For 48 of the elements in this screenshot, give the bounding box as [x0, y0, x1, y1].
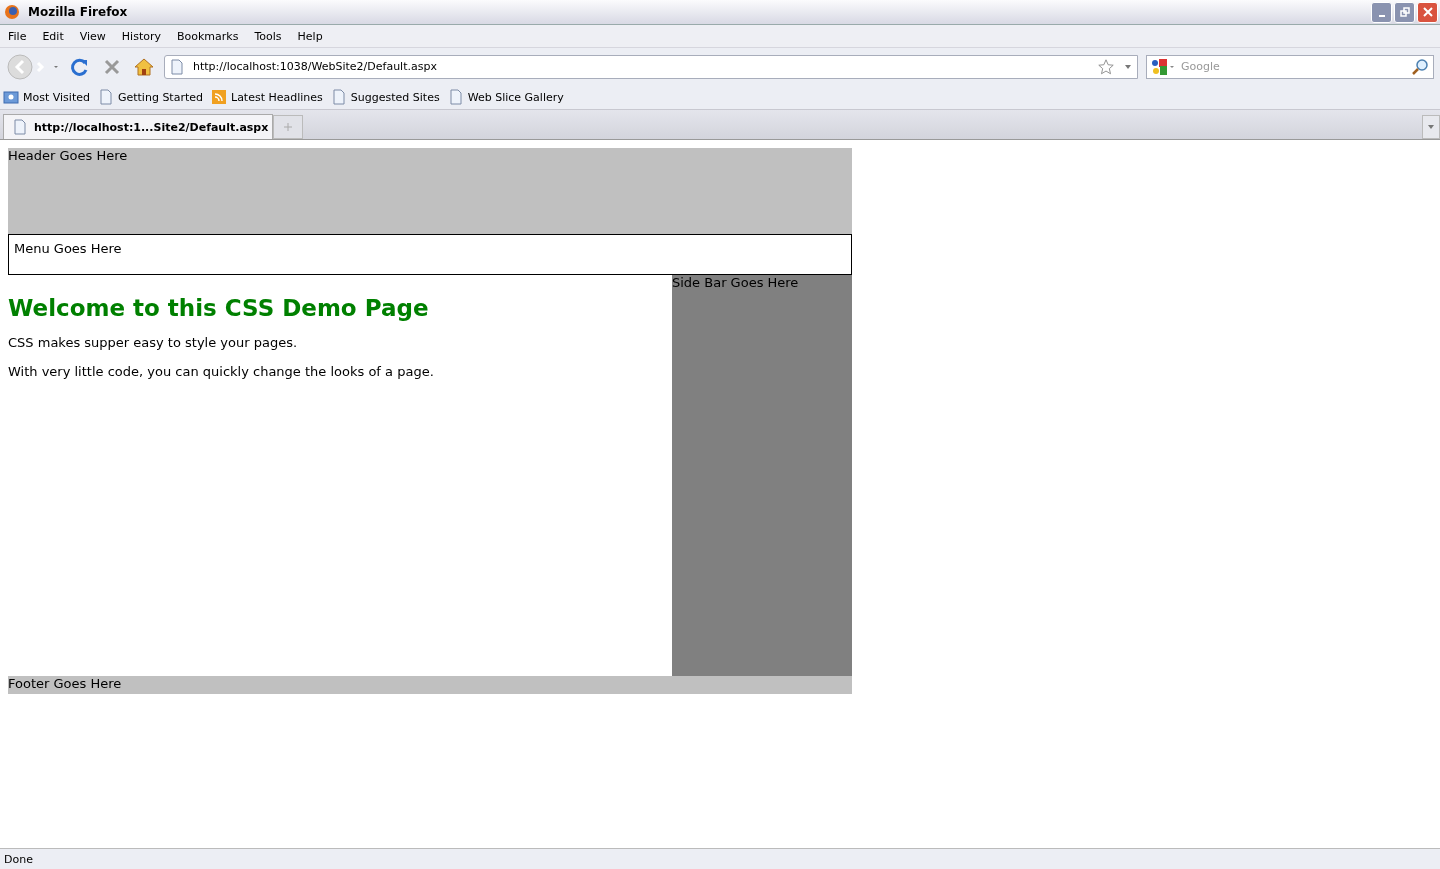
tab-list-button[interactable]	[1422, 115, 1440, 139]
address-field[interactable]: http://localhost:1038/WebSite2/Default.aspx	[164, 54, 1138, 79]
page-footer: Footer Goes Here	[8, 676, 852, 694]
status-bar: Done	[0, 848, 1440, 869]
home-icon[interactable]	[134, 56, 154, 77]
back-forward-button[interactable]	[6, 52, 60, 81]
plus-icon	[283, 122, 294, 132]
menu-item[interactable]: Bookmarks	[177, 29, 239, 43]
page-heading: Welcome to this CSS Demo Page	[8, 295, 430, 321]
menu-item[interactable]: File	[8, 29, 27, 43]
menu-item[interactable]: View	[79, 29, 106, 43]
paragraph: With very little code, you can quickly change the looks of a page.	[8, 364, 435, 379]
page-icon	[12, 119, 28, 135]
restore-button[interactable]	[1394, 1, 1415, 23]
caret-icon	[1428, 125, 1434, 129]
menu-item[interactable]: History	[121, 29, 161, 43]
bookmark-item[interactable]: Getting Started	[97, 89, 203, 105]
browser-tab[interactable]: http://localhost:1...Site2/Default.aspx	[3, 114, 274, 139]
minimize-icon	[1378, 14, 1385, 17]
search-engine-icon[interactable]	[1151, 57, 1175, 76]
bookmark-item[interactable]: Latest Headlines	[211, 89, 323, 105]
folder-icon	[3, 89, 19, 105]
dropdown-icon[interactable]	[1125, 64, 1131, 69]
page-icon	[171, 58, 183, 75]
page-icon	[97, 89, 114, 105]
reload-icon[interactable]	[70, 56, 90, 77]
sidebar-panel: Side Bar Goes Here	[672, 275, 852, 676]
bookmark-item[interactable]: Web Slice Gallery	[447, 89, 564, 105]
close-icon	[1422, 7, 1433, 17]
bookmark-item[interactable]: Suggested Sites	[330, 89, 440, 105]
page-icon	[447, 89, 464, 105]
search-icon[interactable]	[1411, 57, 1429, 76]
menu-item[interactable]: Help	[297, 29, 323, 43]
menu-item[interactable]: Tools	[254, 29, 282, 43]
page-header: Header Goes Here	[8, 148, 852, 234]
window-title: Mozilla Firefox	[28, 5, 128, 19]
star-icon[interactable]	[1097, 57, 1115, 76]
browser-logo-icon	[4, 4, 20, 20]
menu-item[interactable]: Edit	[42, 29, 64, 43]
page-menu: Menu Goes Here	[8, 234, 852, 275]
restore-icon	[1399, 7, 1410, 17]
minimize-button[interactable]	[1371, 1, 1392, 23]
paragraph: CSS makes supper easy to style your pages.	[8, 335, 299, 350]
search-bar[interactable]: Google	[1146, 54, 1434, 79]
close-button[interactable]	[1417, 1, 1438, 23]
feed-icon	[211, 89, 227, 105]
page-icon	[330, 89, 347, 105]
bookmark-item[interactable]: Most Visited	[3, 89, 90, 105]
